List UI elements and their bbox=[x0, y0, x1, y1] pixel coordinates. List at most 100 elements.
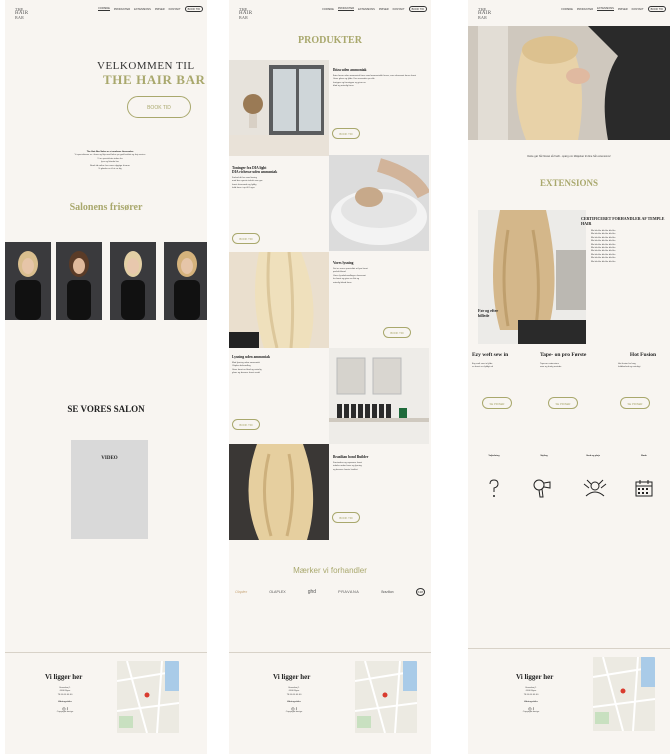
nav-produkter[interactable]: PRODUKTER bbox=[577, 8, 593, 11]
product-card: Brazilian bond Builder Forstærker og rep… bbox=[333, 455, 428, 472]
nav-priser[interactable]: PRISER bbox=[155, 8, 165, 11]
product-book-button[interactable]: BOOK TID bbox=[332, 512, 360, 523]
footer-line: Åbningstider bbox=[524, 701, 538, 704]
nav-forside[interactable]: FORSIDE bbox=[98, 7, 110, 11]
product-shelf-photo bbox=[329, 348, 429, 444]
certified-body: Bla bla bla bla bla bla bla Bla bla bla … bbox=[581, 230, 666, 264]
nav-forside[interactable]: FORSIDE bbox=[322, 8, 334, 11]
nav-book-button[interactable]: BOOK TID bbox=[647, 6, 666, 12]
feature-label: Vejledning bbox=[488, 455, 500, 457]
nav-book-button[interactable]: BOOK TID bbox=[408, 6, 427, 12]
main-nav: FORSIDE PRODUKTER EXTENSIONS PRISER KONT… bbox=[322, 6, 427, 12]
video-label: VIDEO bbox=[101, 456, 118, 461]
brand-heading: THE HAIR BAR bbox=[103, 72, 206, 87]
product-body: blød og naturlig farve. bbox=[333, 85, 355, 88]
brand-logo: Olaplex bbox=[235, 590, 248, 594]
footer-heading: Vi ligger her bbox=[516, 673, 554, 681]
product-book-button[interactable]: BOOK TID bbox=[332, 128, 360, 139]
product-card: Toninger fra DIA light DIA richesse uden… bbox=[232, 166, 327, 191]
footer-info: Hovedvej 1 0000 Byen Tlf 00 00 00 00 Åbn… bbox=[516, 687, 546, 714]
product-subtitle: DIA richesse uden ammoniak bbox=[232, 170, 278, 174]
product-title: Brazilian bond Builder bbox=[333, 455, 369, 459]
video-placeholder[interactable]: VIDEO bbox=[71, 440, 148, 539]
nav-kontakt[interactable]: KONTAKT bbox=[632, 8, 644, 11]
footer-line: Åbningstider bbox=[58, 701, 72, 704]
product-card: Ibiza uden ammoniak Ibiza farver uden am… bbox=[333, 68, 428, 89]
brand-logo: Brazilian bbox=[381, 590, 394, 594]
blonde-hair-photo bbox=[229, 252, 329, 348]
welcome-heading: VELKOMMEN TIL bbox=[97, 60, 195, 72]
method-title: Ezy weft sew in bbox=[472, 352, 509, 358]
product-book-button[interactable]: BOOK TID bbox=[383, 327, 411, 338]
nav-kontakt[interactable]: KONTAKT bbox=[393, 8, 405, 11]
brand-logo: OLAPLEX bbox=[269, 590, 286, 594]
nav-book-button[interactable]: BOOK TID bbox=[184, 6, 203, 12]
method-body: nem og hurtig metode bbox=[540, 366, 562, 369]
nav-extensions[interactable]: EXTENSIONS bbox=[358, 8, 375, 11]
nav-extensions[interactable]: EXTENSIONS bbox=[134, 8, 151, 11]
map[interactable] bbox=[355, 661, 417, 733]
certified-line: Bla bla bla bla bla bla bla bbox=[591, 260, 616, 263]
footer-heading: Vi ligger her bbox=[45, 673, 83, 681]
product-body: naturlig blond farve bbox=[333, 281, 352, 284]
stylists-heading: Salonens frisører bbox=[69, 202, 143, 213]
product-body: hold farve i op til 6 uger bbox=[232, 187, 255, 190]
method-title: Hot Fusion bbox=[629, 352, 657, 358]
page-home: THE HAIR BAR FORSIDE PRODUKTER EXTENSIONS … bbox=[5, 0, 207, 754]
before-after-photo[interactable] bbox=[478, 210, 586, 344]
footer: Vi ligger her Hovedvej 1 0000 Byen Tlf 0… bbox=[229, 652, 431, 754]
stylist-photo[interactable] bbox=[164, 242, 207, 320]
certified-block: CERTIFICERET FORHANDLER AF TEMPLE HAIR B… bbox=[581, 216, 666, 264]
footer: Vi ligger her Hovedvej 1 0000 Byen Tlf 0… bbox=[468, 648, 670, 750]
stylist-photo[interactable] bbox=[110, 242, 156, 320]
product-body: og bevarer hårets kvalitet bbox=[333, 468, 358, 471]
products-heading: PRODUKTER bbox=[298, 35, 362, 46]
main-nav: FORSIDE PRODUKTER EXTENSIONS PRISER KONT… bbox=[561, 6, 666, 12]
product-title: Lysning uden ammoniak bbox=[232, 355, 270, 359]
nav-produkter[interactable]: PRODUKTER bbox=[337, 7, 355, 11]
extensions-hero-photo bbox=[468, 26, 670, 140]
hair-care-icon bbox=[583, 479, 607, 497]
method-price-button[interactable]: SE PRISER bbox=[548, 397, 578, 409]
product-book-button[interactable]: BOOK TID bbox=[232, 419, 260, 430]
logo[interactable]: THE HAIR BAR bbox=[15, 8, 45, 26]
nav-priser[interactable]: PRISER bbox=[379, 8, 389, 11]
nav-forside[interactable]: FORSIDE bbox=[561, 8, 573, 11]
stylist-photo[interactable] bbox=[5, 242, 51, 320]
method-body: så håret ser fyldigt ud bbox=[472, 366, 493, 369]
nav-priser[interactable]: PRISER bbox=[618, 8, 628, 11]
nav-extensions[interactable]: EXTENSIONS bbox=[597, 7, 614, 11]
map[interactable] bbox=[593, 657, 655, 731]
method-title: Tape- on pro Første bbox=[540, 352, 587, 358]
brands-row: Olaplex OLAPLEX ghd PRAVANA Brazilian K1… bbox=[235, 588, 425, 596]
before-after-label: Før og efter billede bbox=[478, 308, 499, 318]
brand-logo: ghd bbox=[307, 589, 317, 595]
footer-info: Hovedvej 1 0000 Byen Tlf 00 00 00 00 Åbn… bbox=[279, 687, 309, 714]
nav-produkter[interactable]: PRODUKTER bbox=[114, 8, 130, 11]
salon-interior-photo bbox=[229, 60, 329, 156]
feature-label: Styling bbox=[540, 455, 548, 457]
feature-label: Book bbox=[641, 455, 647, 457]
brand-logo: PRAVANA bbox=[338, 590, 360, 594]
method-price-button[interactable]: SE PRISER bbox=[620, 397, 650, 409]
method-card: Hot Fusion Hot fusion for lang holdbarhe… bbox=[618, 352, 668, 370]
long-blonde-hair-photo bbox=[229, 444, 329, 540]
method-price-button[interactable]: SE PRISER bbox=[482, 397, 512, 409]
calendar-icon[interactable] bbox=[634, 478, 654, 498]
product-title: Vores lysning bbox=[333, 261, 354, 265]
product-book-button[interactable]: BOOK TID bbox=[232, 233, 260, 244]
map[interactable] bbox=[117, 661, 179, 733]
footer: Vi ligger her Hovedvej 1 0000 Byen Tlf 0… bbox=[5, 652, 207, 754]
footer-copyright: Copyright design bbox=[522, 710, 540, 713]
stylist-photo[interactable] bbox=[56, 242, 102, 320]
feature-label: Vask og pleje bbox=[586, 455, 600, 457]
hero-book-button[interactable]: BOOK TID bbox=[127, 96, 191, 118]
footer-line: Tlf 00 00 00 00 bbox=[523, 693, 539, 696]
intro-line: Vi glæder os til at se dig bbox=[98, 168, 122, 171]
nav-kontakt[interactable]: KONTAKT bbox=[169, 8, 181, 11]
product-body: glans og bevarer håret sundt bbox=[232, 372, 260, 375]
logo[interactable]: THE HAIR BAR bbox=[239, 8, 269, 26]
logo[interactable]: THE HAIR BAR bbox=[478, 8, 508, 26]
footer-info: Hovedvej 1 0000 Byen Tlf 00 00 00 00 Åbn… bbox=[50, 687, 80, 714]
brands-heading: Mærker vi forhandler bbox=[293, 566, 367, 575]
